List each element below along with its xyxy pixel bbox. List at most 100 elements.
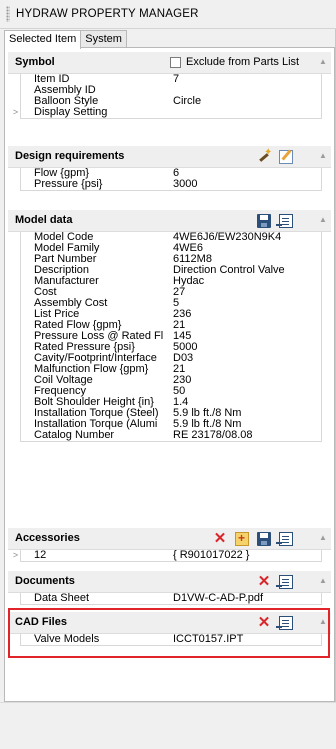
group-header-accessories[interactable]: Accessories ✕ ▲ — [8, 528, 331, 550]
collapse-up-icon[interactable]: ▲ — [317, 532, 329, 544]
property-row[interactable]: Item ID 7 — [21, 74, 321, 85]
property-row[interactable]: Balloon Style Circle — [21, 96, 321, 107]
group-header-symbol[interactable]: Symbol Exclude from Parts List ▲ — [8, 52, 331, 74]
export-icon[interactable] — [276, 532, 293, 546]
accessories-rows: >12{ R901017022 } — [13, 550, 322, 562]
collapse-up-icon[interactable]: ▲ — [317, 616, 329, 628]
export-icon[interactable] — [276, 575, 293, 589]
collapse-up-icon[interactable]: ▲ — [317, 214, 329, 226]
property-name: List Price — [34, 309, 80, 320]
panel-title: HYDRAW PROPERTY MANAGER — [16, 8, 199, 20]
property-value[interactable]: { R901017022 } — [173, 550, 249, 561]
property-name: Manufacturer — [34, 276, 99, 287]
grip-handle[interactable] — [6, 6, 10, 22]
property-row[interactable]: Frequency 50 — [21, 386, 321, 397]
property-row[interactable]: Assembly Cost 5 — [21, 298, 321, 309]
property-row[interactable]: Manufacturer Hydac — [21, 276, 321, 287]
tab-selected-item[interactable]: Selected Item — [4, 30, 82, 49]
edit-icon[interactable] — [279, 150, 293, 164]
cad-toolbar: ✕ — [257, 615, 293, 631]
property-row[interactable]: >12{ R901017022 } — [13, 550, 321, 561]
property-row[interactable]: Installation Torque (Alumi 5.9 lb ft./8 N… — [21, 419, 321, 430]
expand-chevron-icon[interactable]: > — [9, 107, 22, 118]
property-name: Cost — [34, 287, 57, 298]
property-row[interactable]: Rated Pressure {psi} 5000 — [21, 342, 321, 353]
collapse-up-icon[interactable]: ▲ — [317, 575, 329, 587]
design-toolbar — [257, 147, 293, 165]
group-title-symbol: Symbol — [15, 56, 55, 68]
property-row[interactable]: Catalog Number RE 23178/08.08 — [21, 430, 321, 441]
save-icon[interactable] — [257, 532, 271, 546]
property-row[interactable]: Malfunction Flow {gpm} 21 — [21, 364, 321, 375]
property-row[interactable]: Flow {gpm} 6 — [21, 168, 321, 179]
delete-icon[interactable]: ✕ — [257, 574, 271, 589]
property-name: Data Sheet — [34, 593, 90, 604]
property-name: Installation Torque (Alumi — [34, 419, 158, 430]
property-row[interactable]: Pressure Loss @ Rated Fl 145 — [21, 331, 321, 342]
documents-toolbar: ✕ — [257, 574, 293, 590]
property-row[interactable]: > Display Setting — [13, 107, 321, 118]
property-row[interactable]: Valve Models ICCT0157.IPT — [21, 634, 321, 645]
title-bar: HYDRAW PROPERTY MANAGER — [0, 0, 336, 29]
property-row[interactable]: List Price 236 — [21, 309, 321, 320]
tab-system[interactable]: System — [80, 30, 127, 48]
group-title-accessories: Accessories — [15, 532, 80, 544]
property-manager-panel: HYDRAW PROPERTY MANAGER Selected Item Sy… — [0, 0, 336, 749]
group-documents: Documents ✕ ▲ Data Sheet D1VW-C-AD-P.pdf — [8, 571, 331, 605]
group-design-requirements: Design requirements ▲ Flow {gpm}6 Pressu… — [8, 146, 331, 191]
save-icon[interactable] — [257, 214, 271, 228]
property-name: Assembly ID — [34, 85, 96, 96]
property-value[interactable]: 7 — [173, 74, 179, 85]
property-row[interactable]: Description Direction Control Valve — [21, 265, 321, 276]
property-name: Catalog Number — [34, 430, 115, 441]
property-row[interactable]: Installation Torque (Steel) 5.9 lb ft./8 … — [21, 408, 321, 419]
property-row[interactable]: Data Sheet D1VW-C-AD-P.pdf — [21, 593, 321, 604]
property-name: Display Setting — [34, 107, 108, 118]
group-header-documents[interactable]: Documents ✕ ▲ — [8, 571, 331, 593]
delete-icon[interactable]: ✕ — [213, 531, 227, 546]
status-area — [0, 702, 336, 749]
add-folder-icon[interactable] — [235, 531, 249, 546]
export-icon[interactable] — [276, 214, 293, 228]
exclude-parts-checkbox[interactable] — [170, 57, 181, 68]
property-row[interactable]: Model Code 4WE6J6/EW230N9K4 — [21, 232, 321, 243]
model-rows: Model Code 4WE6J6/EW230N9K4 Model Family 4W… — [20, 232, 322, 442]
cad-rows: Valve Models ICCT0157.IPT — [20, 634, 322, 646]
group-model-data: Model data ▲ Model Code 4WE6J6/EW230N9K4 M… — [8, 210, 331, 442]
property-row[interactable]: Rated Flow {gpm} 21 — [21, 320, 321, 331]
property-name: 12 — [34, 550, 47, 561]
property-name: Installation Torque (Steel) — [34, 408, 159, 419]
property-value[interactable]: D1VW-C-AD-P.pdf — [173, 593, 263, 604]
property-name: Pressure {psi} — [34, 179, 103, 190]
property-name: Rated Pressure {psi} — [34, 342, 135, 353]
property-value[interactable]: RE 23178/08.08 — [173, 430, 253, 441]
model-toolbar — [257, 213, 293, 229]
group-title-design: Design requirements — [15, 150, 125, 162]
group-header-model[interactable]: Model data ▲ — [8, 210, 331, 232]
property-row[interactable]: Model Family 4WE6 — [21, 243, 321, 254]
property-row[interactable]: Coil Voltage 230 — [21, 375, 321, 386]
group-header-design[interactable]: Design requirements ▲ — [8, 146, 331, 168]
property-value[interactable]: 3000 — [173, 179, 197, 190]
property-row[interactable]: Cavity/Footprint/Interface D03 — [21, 353, 321, 364]
property-row[interactable]: Assembly ID — [21, 85, 321, 96]
collapse-up-icon[interactable]: ▲ — [317, 150, 329, 162]
collapse-up-icon[interactable]: ▲ — [317, 56, 329, 68]
wand-icon[interactable] — [257, 147, 272, 164]
delete-icon[interactable]: ✕ — [257, 615, 271, 630]
group-header-cad[interactable]: CAD Files ✕ ▲ — [8, 612, 331, 634]
property-name: Coil Voltage — [34, 375, 93, 386]
property-value[interactable]: ICCT0157.IPT — [173, 634, 243, 645]
property-row[interactable]: Pressure {psi} 3000 — [21, 179, 321, 190]
tab-strip: Selected Item System — [4, 30, 127, 49]
expand-chevron-icon[interactable]: > — [9, 550, 22, 561]
property-name: Item ID — [34, 74, 70, 85]
export-icon[interactable] — [276, 616, 293, 630]
property-row[interactable]: Cost 27 — [21, 287, 321, 298]
property-value[interactable]: Circle — [173, 96, 201, 107]
property-row[interactable]: Bolt Shoulder Height {in} 1.4 — [21, 397, 321, 408]
documents-rows: Data Sheet D1VW-C-AD-P.pdf — [20, 593, 322, 605]
property-name: Valve Models — [34, 634, 100, 645]
property-name: Rated Flow {gpm} — [34, 320, 122, 331]
property-name: Part Number — [34, 254, 97, 265]
